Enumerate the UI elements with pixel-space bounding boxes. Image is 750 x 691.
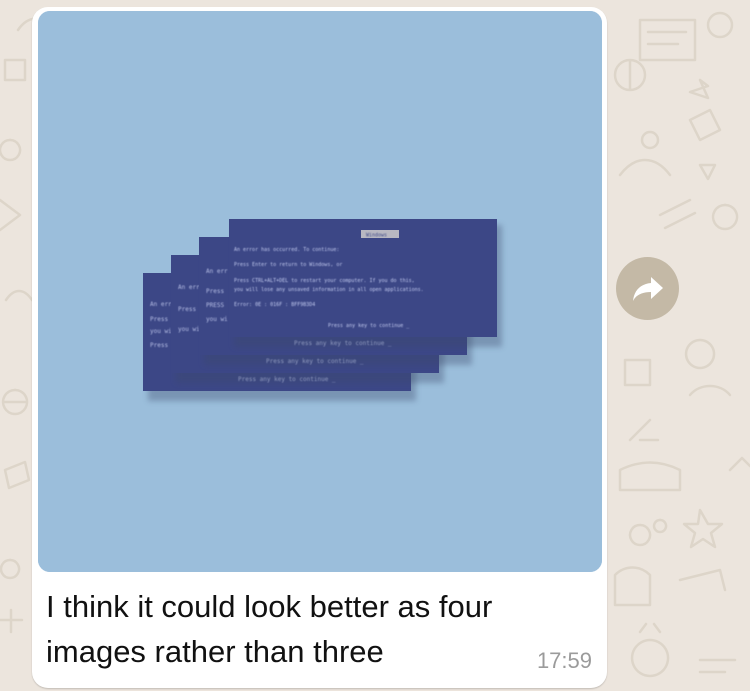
svg-text:you wi: you wi xyxy=(206,316,228,323)
screen-4-line-5: Error: 0E : 016F : BFF9B3D4 xyxy=(234,302,315,308)
svg-text:Press: Press xyxy=(206,288,224,295)
message-bubble[interactable]: An error Press Press PRESS you wi ERROR … xyxy=(32,7,607,688)
forward-arrow-icon xyxy=(632,276,663,301)
screen-4-line-1: An error has occurred. To continue: xyxy=(234,247,339,253)
screen-4-line-6: Press any key to continue _ xyxy=(328,323,410,329)
message-time: 17:59 xyxy=(536,648,592,673)
screen-title-text: Windows xyxy=(366,233,387,239)
svg-text:Press: Press xyxy=(150,342,168,349)
screen-4-line-3: Press CTRL+ALT+DEL to restart your compu… xyxy=(234,278,415,284)
screen-4-line-4: you will lose any unsaved information in… xyxy=(234,287,424,293)
svg-text:An err: An err xyxy=(206,268,228,275)
error-screen-4: Windows An error has occurred. To contin… xyxy=(229,219,502,347)
svg-text:An err: An err xyxy=(178,284,200,291)
svg-text:Press: Press xyxy=(178,306,196,313)
screen-4-line-2: Press Enter to return to Windows, or xyxy=(234,262,342,268)
stacked-error-screens-image: An error Press Press PRESS you wi ERROR … xyxy=(38,11,602,572)
svg-text:PRESS: PRESS xyxy=(206,302,224,309)
forward-button[interactable] xyxy=(616,257,679,320)
message-caption: I think it could look better as four ima… xyxy=(46,589,493,669)
message-photo[interactable]: An error Press Press PRESS you wi ERROR … xyxy=(38,11,602,572)
svg-text:you wi: you wi xyxy=(178,326,200,333)
